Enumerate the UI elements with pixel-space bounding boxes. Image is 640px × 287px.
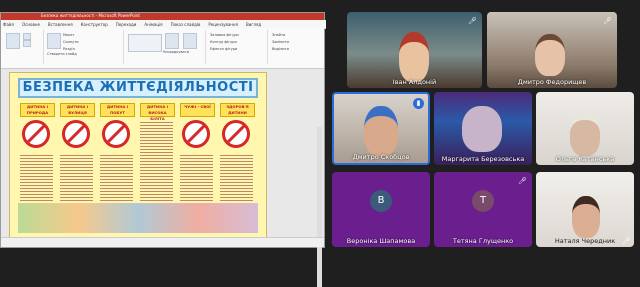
ribbon-group-drawing: Упорядкувати bbox=[125, 30, 206, 64]
category-label: ДИТИНА І ПОБУТ bbox=[100, 103, 135, 117]
text-block bbox=[220, 153, 253, 203]
speaking-indicator-icon: ▮ bbox=[413, 98, 424, 109]
participant-name: Тетяна Глущенко bbox=[452, 237, 514, 245]
participant-tile[interactable]: В Вероніка Шапамова bbox=[332, 172, 430, 247]
participant-tile[interactable]: 🎤︎ Дмитро Федорищев bbox=[487, 12, 617, 88]
mic-muted-icon: 🎤︎ bbox=[603, 17, 612, 25]
category-label: ДИТИНА І ВИСОКА БІЛІТА bbox=[140, 103, 175, 121]
ribbon-label-arrange[interactable]: Упорядкувати bbox=[163, 50, 189, 54]
participant-video bbox=[572, 196, 600, 238]
cut-icon[interactable] bbox=[23, 33, 31, 40]
prohibition-sign-icon bbox=[102, 120, 130, 148]
participant-video bbox=[570, 114, 600, 156]
tab-transitions[interactable]: Переходи bbox=[116, 22, 137, 27]
quick-styles-button[interactable] bbox=[183, 33, 197, 49]
ribbon-label-find[interactable]: Знайти bbox=[272, 33, 285, 37]
tab-home[interactable]: Основне bbox=[22, 22, 40, 27]
ribbon-label-new-slide[interactable]: Створити слайд bbox=[47, 52, 77, 56]
participant-name: Ольга Катанська bbox=[555, 155, 615, 163]
new-slide-button[interactable] bbox=[47, 33, 61, 49]
participant-avatar: В bbox=[370, 189, 392, 212]
tab-review[interactable]: Рецензування bbox=[208, 22, 238, 27]
participant-video bbox=[364, 106, 398, 156]
paste-button[interactable] bbox=[6, 33, 20, 49]
ribbon-label-shape-outline[interactable]: Контур фігури bbox=[210, 40, 237, 44]
participant-name: Дмитро Федорищев bbox=[517, 78, 587, 86]
participant-tile[interactable]: Ольга Катанська bbox=[536, 92, 634, 165]
category-label: ЧУЖІ - СВОЇ bbox=[180, 103, 215, 117]
participant-tile-active-speaker[interactable]: ▮ Дмитро Скобцов bbox=[332, 92, 430, 165]
tab-animations[interactable]: Анімація bbox=[144, 22, 162, 27]
ribbon: Макет Скинути Розділ Створити слайд Упор… bbox=[1, 28, 324, 69]
ribbon-group-slides: Макет Скинути Розділ Створити слайд bbox=[45, 30, 124, 64]
copy-icon[interactable] bbox=[23, 40, 31, 47]
prohibition-sign-icon bbox=[182, 120, 210, 148]
participant-name: Наталя Чередник bbox=[554, 237, 616, 245]
participant-video bbox=[399, 32, 429, 82]
participant-name: Маргарита Березовська bbox=[441, 155, 525, 163]
ribbon-group-editing: Знайти Замінити Виділити bbox=[269, 30, 319, 64]
tab-design[interactable]: Конструктор bbox=[81, 22, 108, 27]
participant-avatar: Т bbox=[472, 189, 494, 212]
slide[interactable]: БЕЗПЕКА ЖИТТЄДІЯЛЬНОСТІ ДИТИНА І ПРИРОДА… bbox=[9, 72, 267, 239]
ribbon-label-layout[interactable]: Макет bbox=[63, 33, 74, 37]
participant-name: Вероніка Шапамова bbox=[346, 237, 416, 245]
participant-video bbox=[535, 34, 565, 76]
participant-tile[interactable]: Т 🎤︎ Тетяна Глущенко bbox=[434, 172, 532, 247]
ribbon-label-reset[interactable]: Скинути bbox=[63, 40, 79, 44]
ribbon-group-shape-format: Заливка фігури Контур фігури Ефекти фігу… bbox=[207, 30, 268, 64]
window-title-bar: Безпека життєдіяльності - Microsoft Powe… bbox=[1, 13, 324, 20]
children-illustration bbox=[18, 203, 258, 233]
prohibition-sign-icon bbox=[62, 120, 90, 148]
participant-name: Дмитро Скобцов bbox=[352, 153, 410, 161]
text-block bbox=[140, 120, 173, 203]
tab-insert[interactable]: Вставлення bbox=[48, 22, 73, 27]
arrange-button[interactable] bbox=[165, 33, 179, 49]
participant-tile[interactable]: 🎤︎ Іван Алдоній bbox=[347, 12, 482, 88]
participant-name: Іван Алдоній bbox=[392, 78, 437, 86]
shapes-gallery[interactable] bbox=[128, 34, 162, 52]
mic-muted-icon: 🎤︎ bbox=[518, 177, 527, 185]
shared-screen: Безпека життєдіяльності - Microsoft Powe… bbox=[0, 12, 326, 287]
text-block bbox=[100, 153, 133, 203]
ribbon-label-select[interactable]: Виділити bbox=[272, 47, 289, 51]
text-block bbox=[60, 153, 93, 203]
window-title: Безпека життєдіяльності - Microsoft Powe… bbox=[41, 13, 140, 18]
mic-muted-icon: 🎤︎ bbox=[468, 17, 477, 25]
status-bar bbox=[1, 237, 324, 247]
prohibition-sign-icon bbox=[22, 120, 50, 148]
vertical-scrollbar[interactable] bbox=[317, 127, 322, 287]
tab-slideshow[interactable]: Показ слайдів bbox=[171, 22, 201, 27]
category-label: ДИТИНА І ПРИРОДА bbox=[20, 103, 55, 117]
category-label: ЗДОРОВ'Я ДИТИНИ bbox=[220, 103, 255, 117]
slide-editor: БЕЗПЕКА ЖИТТЄДІЯЛЬНОСТІ ДИТИНА І ПРИРОДА… bbox=[1, 69, 324, 287]
text-block bbox=[20, 153, 53, 203]
ribbon-group-clipboard bbox=[3, 30, 44, 64]
ribbon-label-shape-fill[interactable]: Заливка фігури bbox=[210, 33, 239, 37]
ribbon-label-section[interactable]: Розділ bbox=[63, 47, 75, 51]
tab-file[interactable]: Файл bbox=[3, 22, 14, 27]
tab-view[interactable]: Вигляд bbox=[246, 22, 261, 27]
ribbon-label-shape-effects[interactable]: Ефекти фігури bbox=[210, 47, 237, 51]
participant-video bbox=[462, 106, 502, 152]
participant-tile[interactable]: 🎤︎ Наталя Чередник bbox=[536, 172, 634, 247]
ribbon-label-replace[interactable]: Замінити bbox=[272, 40, 289, 44]
category-label: ДИТИНА І ВУЛИЦЯ bbox=[60, 103, 95, 117]
participant-tile[interactable]: Маргарита Березовська bbox=[434, 92, 532, 165]
text-block bbox=[180, 153, 213, 203]
slide-title: БЕЗПЕКА ЖИТТЄДІЯЛЬНОСТІ bbox=[18, 78, 258, 98]
prohibition-sign-icon bbox=[222, 120, 250, 148]
